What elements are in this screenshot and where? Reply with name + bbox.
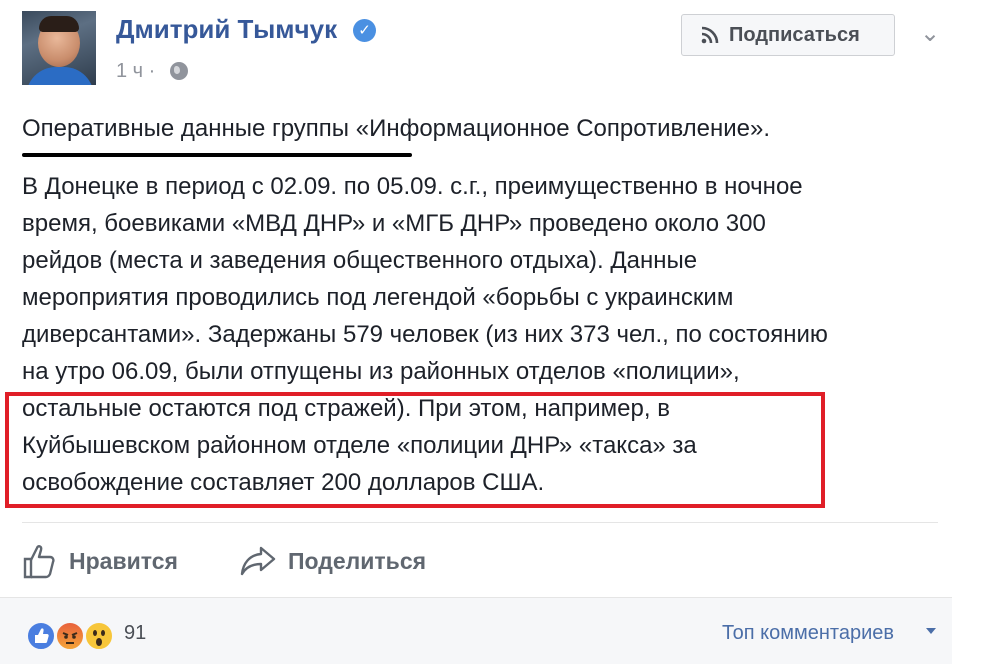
- thumbs-up-icon: [23, 545, 55, 579]
- share-icon: [240, 546, 276, 576]
- share-button[interactable]: Поделиться: [240, 543, 450, 579]
- rss-icon: [701, 26, 719, 44]
- verified-icon: ✓: [353, 19, 376, 42]
- follow-button[interactable]: Подписаться: [681, 14, 895, 56]
- comment-sort-dropdown[interactable]: Топ комментариев: [722, 622, 894, 645]
- like-button[interactable]: Нравится: [22, 543, 202, 579]
- post-body-line: диверсантами». Задержаны 579 человек (из…: [22, 321, 828, 348]
- facebook-post: Дмитрий Тымчук ✓ 1 ч · Подписаться ⌄ Опе…: [0, 0, 952, 664]
- wow-reaction-glyph: [93, 630, 105, 646]
- author-avatar[interactable]: [22, 11, 96, 85]
- post-body-line: рейдов (места и заведения общественного …: [22, 247, 698, 274]
- post-body-line: время, боевиками «МВД ДНР» и «МГБ ДНР» п…: [22, 210, 766, 237]
- post-body-line: В Донецке в период с 02.09. по 05.09. с.…: [22, 173, 803, 200]
- follow-button-label: Подписаться: [729, 24, 860, 46]
- post-body-line: мероприятия проводились под легендой «бо…: [22, 284, 734, 311]
- like-reaction-glyph: [35, 628, 49, 643]
- divider: [22, 522, 938, 523]
- title-underline-mark: [22, 153, 412, 157]
- post-time[interactable]: 1 ч ·: [116, 60, 155, 83]
- angry-reaction-glyph: [62, 632, 78, 644]
- caret-down-icon[interactable]: [926, 628, 936, 634]
- post-body-line: на утро 06.09, были отпущены из районных…: [22, 358, 740, 385]
- wow-reaction-icon[interactable]: [84, 621, 114, 651]
- highlight-box: [5, 392, 825, 508]
- avatar-hair: [39, 16, 79, 32]
- like-reaction-icon[interactable]: [26, 621, 56, 651]
- avatar-shirt: [26, 67, 94, 85]
- author-name[interactable]: Дмитрий Тымчук: [116, 14, 337, 45]
- post-title-line: Оперативные данные группы «Информационно…: [22, 115, 771, 142]
- globe-icon: [170, 62, 188, 80]
- more-options-icon[interactable]: ⌄: [917, 17, 943, 51]
- like-button-label: Нравится: [69, 548, 178, 574]
- share-button-label: Поделиться: [288, 548, 427, 574]
- angry-reaction-icon[interactable]: [55, 621, 85, 651]
- reaction-count[interactable]: 91: [124, 622, 146, 645]
